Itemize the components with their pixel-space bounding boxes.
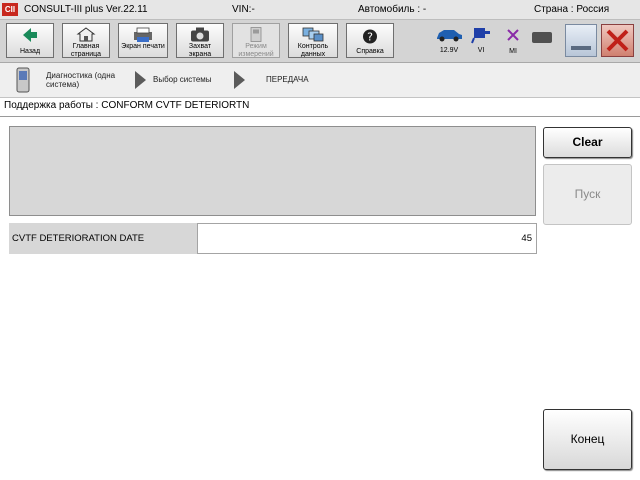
printer-icon	[134, 27, 152, 42]
breadcrumb-transmission: ПЕРЕДАЧА	[266, 75, 309, 84]
back-arrow-icon	[23, 28, 37, 42]
divider	[0, 116, 640, 117]
data-monitor-icon	[302, 27, 324, 42]
help-button[interactable]: ? Справка	[346, 23, 394, 58]
data-row: CVTF DETERIORATION DATE 45	[9, 223, 537, 254]
consult-device-icon	[16, 67, 30, 93]
end-button[interactable]: Конец	[543, 409, 632, 470]
minimize-button[interactable]	[565, 24, 597, 57]
back-button[interactable]: Назад	[6, 23, 54, 58]
meter-icon	[250, 27, 262, 42]
breadcrumb-system-select[interactable]: Выбор системы	[153, 75, 212, 84]
breadcrumb-arrow-icon	[234, 71, 245, 89]
home-icon	[76, 27, 96, 42]
data-value: 45	[197, 223, 537, 254]
battery-icon	[532, 32, 552, 43]
country-label: Страна : Россия	[534, 4, 610, 15]
toolbar: Назад Главная страница Экран печати Захв…	[0, 20, 640, 63]
svg-text:?: ?	[367, 31, 373, 44]
breadcrumb-diagnosis[interactable]: Диагностика (одна система)	[46, 71, 134, 89]
help-icon: ?	[363, 29, 377, 44]
screen-capture-button[interactable]: Захват экрана	[176, 23, 224, 58]
breadcrumb-arrow-icon	[135, 71, 146, 89]
home-button[interactable]: Главная страница	[62, 23, 110, 58]
vi-icon	[471, 28, 490, 44]
battery-voltage-indicator: 12.9V	[432, 23, 466, 58]
close-icon	[606, 29, 629, 52]
data-label: CVTF DETERIORATION DATE	[9, 223, 197, 254]
vi-indicator: VI	[468, 23, 494, 58]
data-monitor-button[interactable]: Контроль данных	[288, 23, 338, 58]
measurement-mode-button[interactable]: Режим измерений	[232, 23, 280, 58]
support-function-title: Поддержка работы : CONFORM CVTF DETERIOR…	[4, 100, 250, 111]
app-title: CONSULT-III plus Ver.22.11	[24, 4, 148, 15]
mi-disconnected-icon	[507, 29, 519, 41]
vehicle-label: Автомобиль : -	[358, 4, 427, 15]
close-button[interactable]	[601, 24, 634, 57]
car-icon	[437, 30, 462, 42]
camera-icon	[191, 27, 209, 42]
start-button[interactable]: Пуск	[543, 164, 632, 225]
mi-indicator: MI	[500, 23, 526, 58]
app-logo: CII	[2, 3, 18, 16]
message-area	[9, 126, 536, 216]
title-bar: CII CONSULT-III plus Ver.22.11 VIN:- Авт…	[0, 0, 640, 20]
minimize-icon	[571, 46, 591, 50]
clear-button[interactable]: Clear	[543, 127, 632, 158]
vin-label: VIN:-	[232, 4, 255, 15]
print-screen-button[interactable]: Экран печати	[118, 23, 168, 58]
breadcrumb: Диагностика (одна система) Выбор системы…	[0, 63, 640, 98]
